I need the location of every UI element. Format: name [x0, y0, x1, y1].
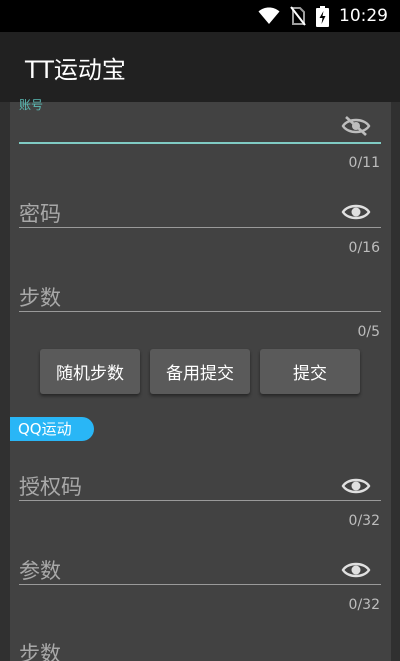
account-underline — [19, 142, 381, 144]
steps-underline — [19, 311, 381, 312]
qq-sport-tag: QQ运动 — [10, 417, 94, 441]
backup-submit-button[interactable]: 备用提交 — [150, 349, 250, 394]
password-label: 密码 — [19, 202, 61, 226]
params-counter: 0/32 — [348, 597, 380, 613]
random-steps-button[interactable]: 随机步数 — [40, 349, 140, 394]
auth-code-field[interactable]: 授权码 — [19, 465, 381, 505]
eye-icon[interactable] — [341, 476, 371, 496]
account-counter: 0/11 — [348, 155, 380, 171]
eye-off-icon[interactable] — [341, 116, 371, 136]
auth-code-counter: 0/32 — [348, 513, 380, 529]
params-underline — [19, 584, 381, 585]
steps-counter: 0/5 — [357, 324, 380, 340]
steps-label: 步数 — [19, 286, 61, 310]
eye-icon[interactable] — [341, 560, 371, 580]
auth-code-label: 授权码 — [19, 475, 82, 499]
password-field[interactable]: 密码 — [19, 190, 381, 230]
password-underline — [19, 227, 381, 228]
qq-steps-label: 步数 — [19, 642, 61, 661]
steps-field[interactable]: 步数 — [19, 275, 381, 315]
submit-button[interactable]: 提交 — [260, 349, 360, 394]
account-field[interactable]: 账号 — [19, 0, 381, 150]
params-field[interactable]: 参数 — [19, 550, 381, 590]
password-counter: 0/16 — [348, 240, 380, 256]
account-label: 账号 — [19, 98, 44, 112]
auth-code-underline — [19, 500, 381, 501]
eye-icon[interactable] — [341, 202, 371, 222]
qq-steps-field[interactable]: 步数 — [19, 632, 381, 661]
params-label: 参数 — [19, 559, 61, 583]
